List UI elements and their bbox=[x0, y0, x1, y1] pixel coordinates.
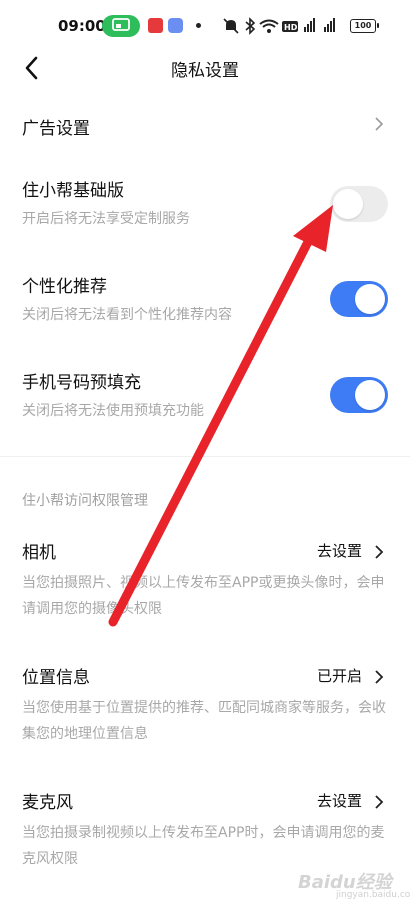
app-icon bbox=[148, 18, 163, 33]
camera-permission-label: 相机 bbox=[22, 543, 56, 563]
microphone-permission-row[interactable]: 麦克风 去设置 当您拍摄录制视频以上传发布至APP时，会申请调用您的麦克风权限 bbox=[0, 780, 410, 880]
personalized-recommend-label: 个性化推荐 bbox=[22, 277, 107, 297]
chevron-right-icon bbox=[375, 670, 384, 684]
ad-settings-label: 广告设置 bbox=[22, 119, 90, 139]
notification-dot-icon bbox=[196, 23, 201, 28]
toggle-knob bbox=[355, 284, 385, 314]
svg-text:HD: HD bbox=[284, 23, 298, 32]
screen-cast-icon bbox=[112, 18, 130, 31]
app-icon bbox=[168, 18, 183, 33]
microphone-permission-label: 麦克风 bbox=[22, 793, 73, 813]
ad-settings-row[interactable]: 广告设置 bbox=[0, 100, 410, 150]
toggle-knob bbox=[355, 380, 385, 410]
hd-icon: HD bbox=[282, 21, 298, 32]
phone-prefill-row: 手机号码预填充 关闭后将无法使用预填充功能 bbox=[0, 362, 410, 432]
camera-permission-status: 去设置 bbox=[317, 542, 363, 560]
basic-version-label: 住小帮基础版 bbox=[22, 181, 124, 201]
personalized-recommend-toggle[interactable] bbox=[330, 281, 388, 317]
watermark-url: jingyan.baidu.com bbox=[336, 890, 410, 900]
permissions-section-title: 住小帮访问权限管理 bbox=[22, 493, 148, 509]
chevron-right-icon bbox=[375, 117, 384, 131]
microphone-permission-status: 去设置 bbox=[317, 792, 363, 810]
phone-prefill-toggle[interactable] bbox=[330, 377, 388, 413]
bluetooth-icon bbox=[245, 17, 256, 35]
location-permission-description: 当您使用基于位置提供的推荐、匹配同城商家等服务，会收集您的地理位置信息 bbox=[22, 700, 386, 742]
chevron-right-icon bbox=[375, 545, 384, 559]
camera-permission-description: 当您拍摄照片、视频以上传发布至APP或更换头像时，会申请调用您的摄像头权限 bbox=[22, 575, 385, 617]
screen-cast-indicator[interactable] bbox=[102, 15, 140, 37]
chevron-right-icon bbox=[375, 795, 384, 809]
microphone-permission-description: 当您拍摄录制视频以上传发布至APP时，会申请调用您的麦克风权限 bbox=[22, 825, 385, 867]
page-title: 隐私设置 bbox=[171, 61, 239, 81]
status-time: 09:00 bbox=[58, 17, 106, 35]
nav-bar: 隐私设置 bbox=[0, 48, 410, 88]
5g-signal-icon bbox=[324, 18, 335, 32]
location-permission-status: 已开启 bbox=[317, 667, 363, 685]
wifi-icon bbox=[259, 19, 279, 33]
basic-version-row: 住小帮基础版 开启后将无法享受定制服务 bbox=[0, 170, 410, 240]
basic-version-toggle[interactable] bbox=[330, 186, 388, 222]
camera-permission-row[interactable]: 相机 去设置 当您拍摄照片、视频以上传发布至APP或更换头像时，会申请调用您的摄… bbox=[0, 530, 410, 630]
battery-icon: 100 bbox=[350, 19, 379, 33]
location-permission-label: 位置信息 bbox=[22, 668, 90, 688]
4g-signal-icon bbox=[304, 18, 315, 32]
phone-prefill-label: 手机号码预填充 bbox=[22, 373, 141, 393]
personalized-recommend-row: 个性化推荐 关闭后将无法看到个性化推荐内容 bbox=[0, 266, 410, 336]
location-permission-row[interactable]: 位置信息 已开启 当您使用基于位置提供的推荐、匹配同城商家等服务，会收集您的地理… bbox=[0, 655, 410, 755]
system-status-icons: HD bbox=[223, 17, 335, 35]
toggle-knob bbox=[333, 189, 363, 219]
section-divider bbox=[0, 456, 410, 457]
mute-icon bbox=[223, 18, 239, 34]
